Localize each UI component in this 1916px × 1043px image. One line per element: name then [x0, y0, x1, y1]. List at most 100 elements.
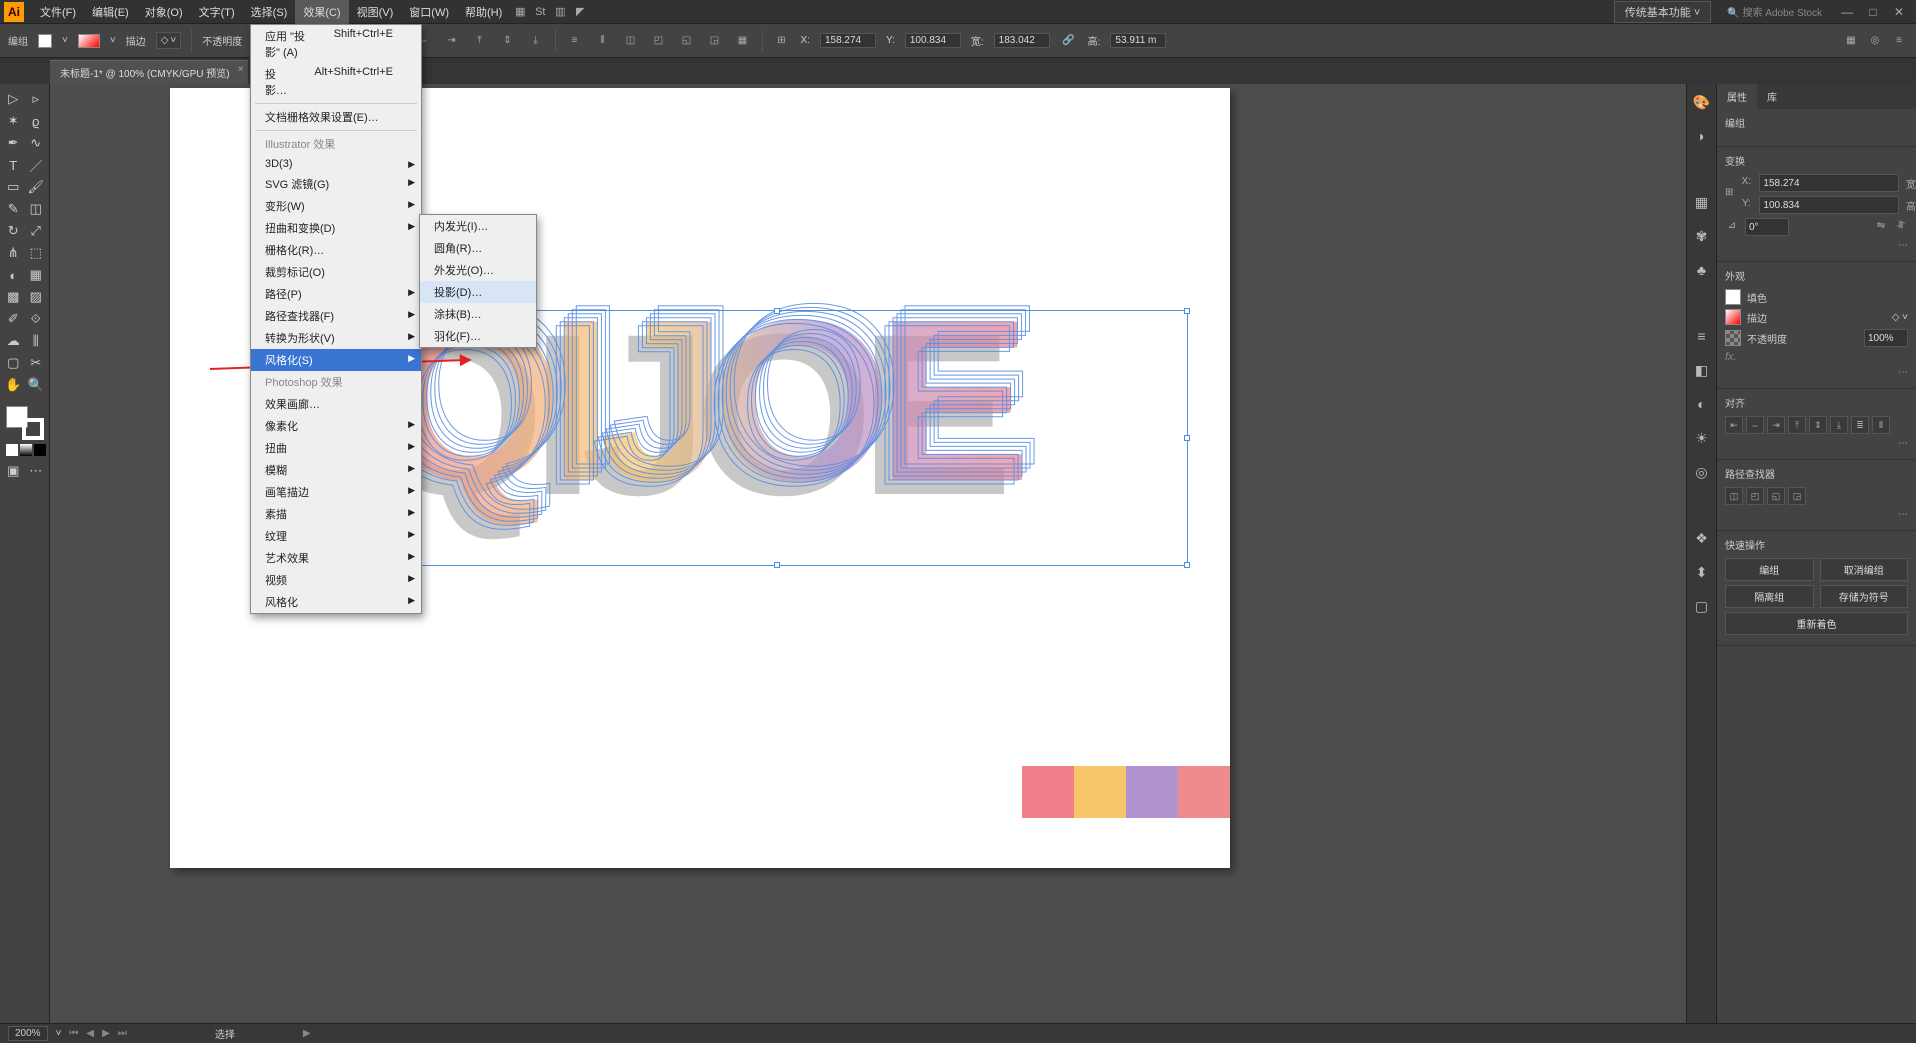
fill-dd-icon[interactable]: ˅: [62, 35, 68, 46]
zoom-dd-icon[interactable]: ˅: [56, 1028, 62, 1039]
submenu-inner-glow[interactable]: 内发光(I)…: [420, 215, 536, 237]
toolbar-dart-icon[interactable]: ◤: [570, 3, 590, 21]
color-mode-none-icon[interactable]: [34, 444, 46, 456]
symbol-sprayer-tool-icon[interactable]: ☁: [2, 330, 25, 352]
menu-convert-shape[interactable]: 转换为形状(V)▶: [251, 327, 421, 349]
mesh-tool-icon[interactable]: ▩: [2, 286, 25, 308]
ref-point-icon[interactable]: ⊞: [773, 32, 791, 50]
scale-tool-icon[interactable]: ⤢: [25, 220, 48, 242]
nav-first-icon[interactable]: ⏮: [69, 1028, 78, 1039]
prop-y-input[interactable]: [1759, 196, 1899, 214]
menu-distort-transform[interactable]: 扭曲和变换(D)▶: [251, 217, 421, 239]
eraser-tool-icon[interactable]: ◫: [25, 198, 48, 220]
swatches-panel-icon[interactable]: ▦: [1692, 192, 1712, 212]
window-maximize-icon[interactable]: □: [1864, 5, 1882, 19]
prop-fill-swatch[interactable]: [1725, 289, 1741, 305]
stock-search[interactable]: 🔍 搜索 Adobe Stock: [1719, 2, 1830, 21]
align-cv-icon[interactable]: ⇕: [1809, 416, 1827, 434]
align-top-icon[interactable]: ⤒: [471, 32, 489, 50]
more-icon[interactable]: ≡: [1890, 32, 1908, 50]
pathfinder-exclude-icon[interactable]: ◲: [706, 32, 724, 50]
status-play-icon[interactable]: ▶: [303, 1028, 311, 1039]
pen-tool-icon[interactable]: ✒: [2, 132, 25, 154]
btn-isolate[interactable]: 隔离组: [1725, 585, 1814, 608]
pf-minus-icon[interactable]: ◰: [1746, 487, 1764, 505]
workspace-switcher[interactable]: 传统基本功能 ˅: [1614, 1, 1711, 23]
color-guide-icon[interactable]: ◗: [1692, 126, 1712, 146]
zoom-tool-icon[interactable]: 🔍: [25, 374, 48, 396]
btn-ungroup[interactable]: 取消编组: [1820, 558, 1909, 581]
menu-window[interactable]: 窗口(W): [401, 0, 457, 24]
menu-effect[interactable]: 效果(C): [295, 0, 348, 24]
color-mode-gradient-icon[interactable]: [20, 444, 32, 456]
color-mode-fill-icon[interactable]: [6, 444, 18, 456]
submenu-feather[interactable]: 羽化(F)…: [420, 325, 536, 347]
artboards-panel-icon[interactable]: ▢: [1692, 596, 1712, 616]
gradient-tool-icon[interactable]: ▨: [25, 286, 48, 308]
handle-mr[interactable]: [1184, 435, 1190, 441]
appearance-panel-icon[interactable]: ☀: [1692, 428, 1712, 448]
pf-unite-icon[interactable]: ◫: [1725, 487, 1743, 505]
handle-tc[interactable]: [774, 308, 780, 314]
curvature-tool-icon[interactable]: ∿: [25, 132, 48, 154]
btn-recolor[interactable]: 重新着色: [1725, 612, 1908, 635]
pf-exclude-icon[interactable]: ◲: [1788, 487, 1806, 505]
menu-edit[interactable]: 编辑(E): [84, 0, 137, 24]
slice-tool-icon[interactable]: ✂: [25, 352, 48, 374]
paintbrush-tool-icon[interactable]: 🖌: [25, 176, 48, 198]
shape-mode-icon[interactable]: ▦: [734, 32, 752, 50]
pathfinder-more-icon[interactable]: ⋯: [1725, 509, 1908, 520]
menu-pixelate[interactable]: 像素化▶: [251, 415, 421, 437]
layers-panel-icon[interactable]: ❖: [1692, 528, 1712, 548]
toolbar-arrange-icon[interactable]: ▥: [550, 3, 570, 21]
type-tool-icon[interactable]: T: [2, 154, 25, 176]
line-tool-icon[interactable]: ／: [25, 154, 48, 176]
distribute-h-icon[interactable]: ≡: [566, 32, 584, 50]
menu-object[interactable]: 对象(O): [137, 0, 191, 24]
prop-stroke-swatch[interactable]: [1725, 309, 1741, 325]
pathfinder-unite-icon[interactable]: ◫: [622, 32, 640, 50]
submenu-scribble[interactable]: 涂抹(B)…: [420, 303, 536, 325]
menu-distort-ps[interactable]: 扭曲▶: [251, 437, 421, 459]
transform-more-icon[interactable]: ⋯: [1725, 240, 1908, 251]
align-ch-icon[interactable]: ⇔: [1746, 416, 1764, 434]
ref-point-grid-icon[interactable]: ⊞: [1725, 187, 1733, 201]
menu-reapply[interactable]: 投影…Alt+Shift+Ctrl+E: [251, 63, 421, 101]
zoom-level[interactable]: 200%: [8, 1026, 48, 1041]
align-b-icon[interactable]: ⤓: [1830, 416, 1848, 434]
tab-close-icon[interactable]: ×: [238, 64, 244, 75]
pathfinder-intersect-icon[interactable]: ◱: [678, 32, 696, 50]
stroke-color-icon[interactable]: [22, 418, 44, 440]
gradient-panel-icon[interactable]: ◧: [1692, 360, 1712, 380]
stroke-panel-icon[interactable]: ≡: [1692, 326, 1712, 346]
align-middle-v-icon[interactable]: ⇕: [499, 32, 517, 50]
h-input[interactable]: [1110, 33, 1166, 48]
width-tool-icon[interactable]: ⋔: [2, 242, 25, 264]
window-close-icon[interactable]: ✕: [1890, 5, 1908, 19]
menu-texture[interactable]: 纹理▶: [251, 525, 421, 547]
edit-toolbar-icon[interactable]: ⋯: [25, 460, 48, 482]
fill-stroke-indicator[interactable]: [2, 402, 46, 442]
menu-apply-last[interactable]: 应用 "投影" (A)Shift+Ctrl+E: [251, 25, 421, 63]
rotate-tool-icon[interactable]: ↻: [2, 220, 25, 242]
menu-brushstrokes[interactable]: 画笔描边▶: [251, 481, 421, 503]
link-wh-icon[interactable]: 🔗: [1060, 32, 1078, 50]
prop-x-input[interactable]: [1759, 174, 1899, 192]
prop-stroke-weight-dd[interactable]: ◇ ˅: [1892, 312, 1908, 323]
fill-swatch[interactable]: [38, 34, 52, 48]
free-transform-tool-icon[interactable]: ⬚: [25, 242, 48, 264]
align-t-icon[interactable]: ⤒: [1788, 416, 1806, 434]
flip-h-icon[interactable]: ⇋: [1874, 220, 1888, 234]
y-input[interactable]: [905, 33, 961, 48]
column-graph-tool-icon[interactable]: ⫼: [25, 330, 48, 352]
transform-panel-icon[interactable]: ▦: [1842, 32, 1860, 50]
magic-wand-tool-icon[interactable]: ✶: [2, 110, 25, 132]
menu-rasterize[interactable]: 栅格化(R)…: [251, 239, 421, 261]
btn-group[interactable]: 编组: [1725, 558, 1814, 581]
menu-svg-filters[interactable]: SVG 滤镜(G)▶: [251, 173, 421, 195]
align-more-icon[interactable]: ⋯: [1725, 438, 1908, 449]
toolbar-file-icon[interactable]: ▦: [510, 3, 530, 21]
prop-opacity-input[interactable]: [1864, 329, 1908, 347]
shaper-tool-icon[interactable]: ✎: [2, 198, 25, 220]
hand-tool-icon[interactable]: ✋: [2, 374, 25, 396]
